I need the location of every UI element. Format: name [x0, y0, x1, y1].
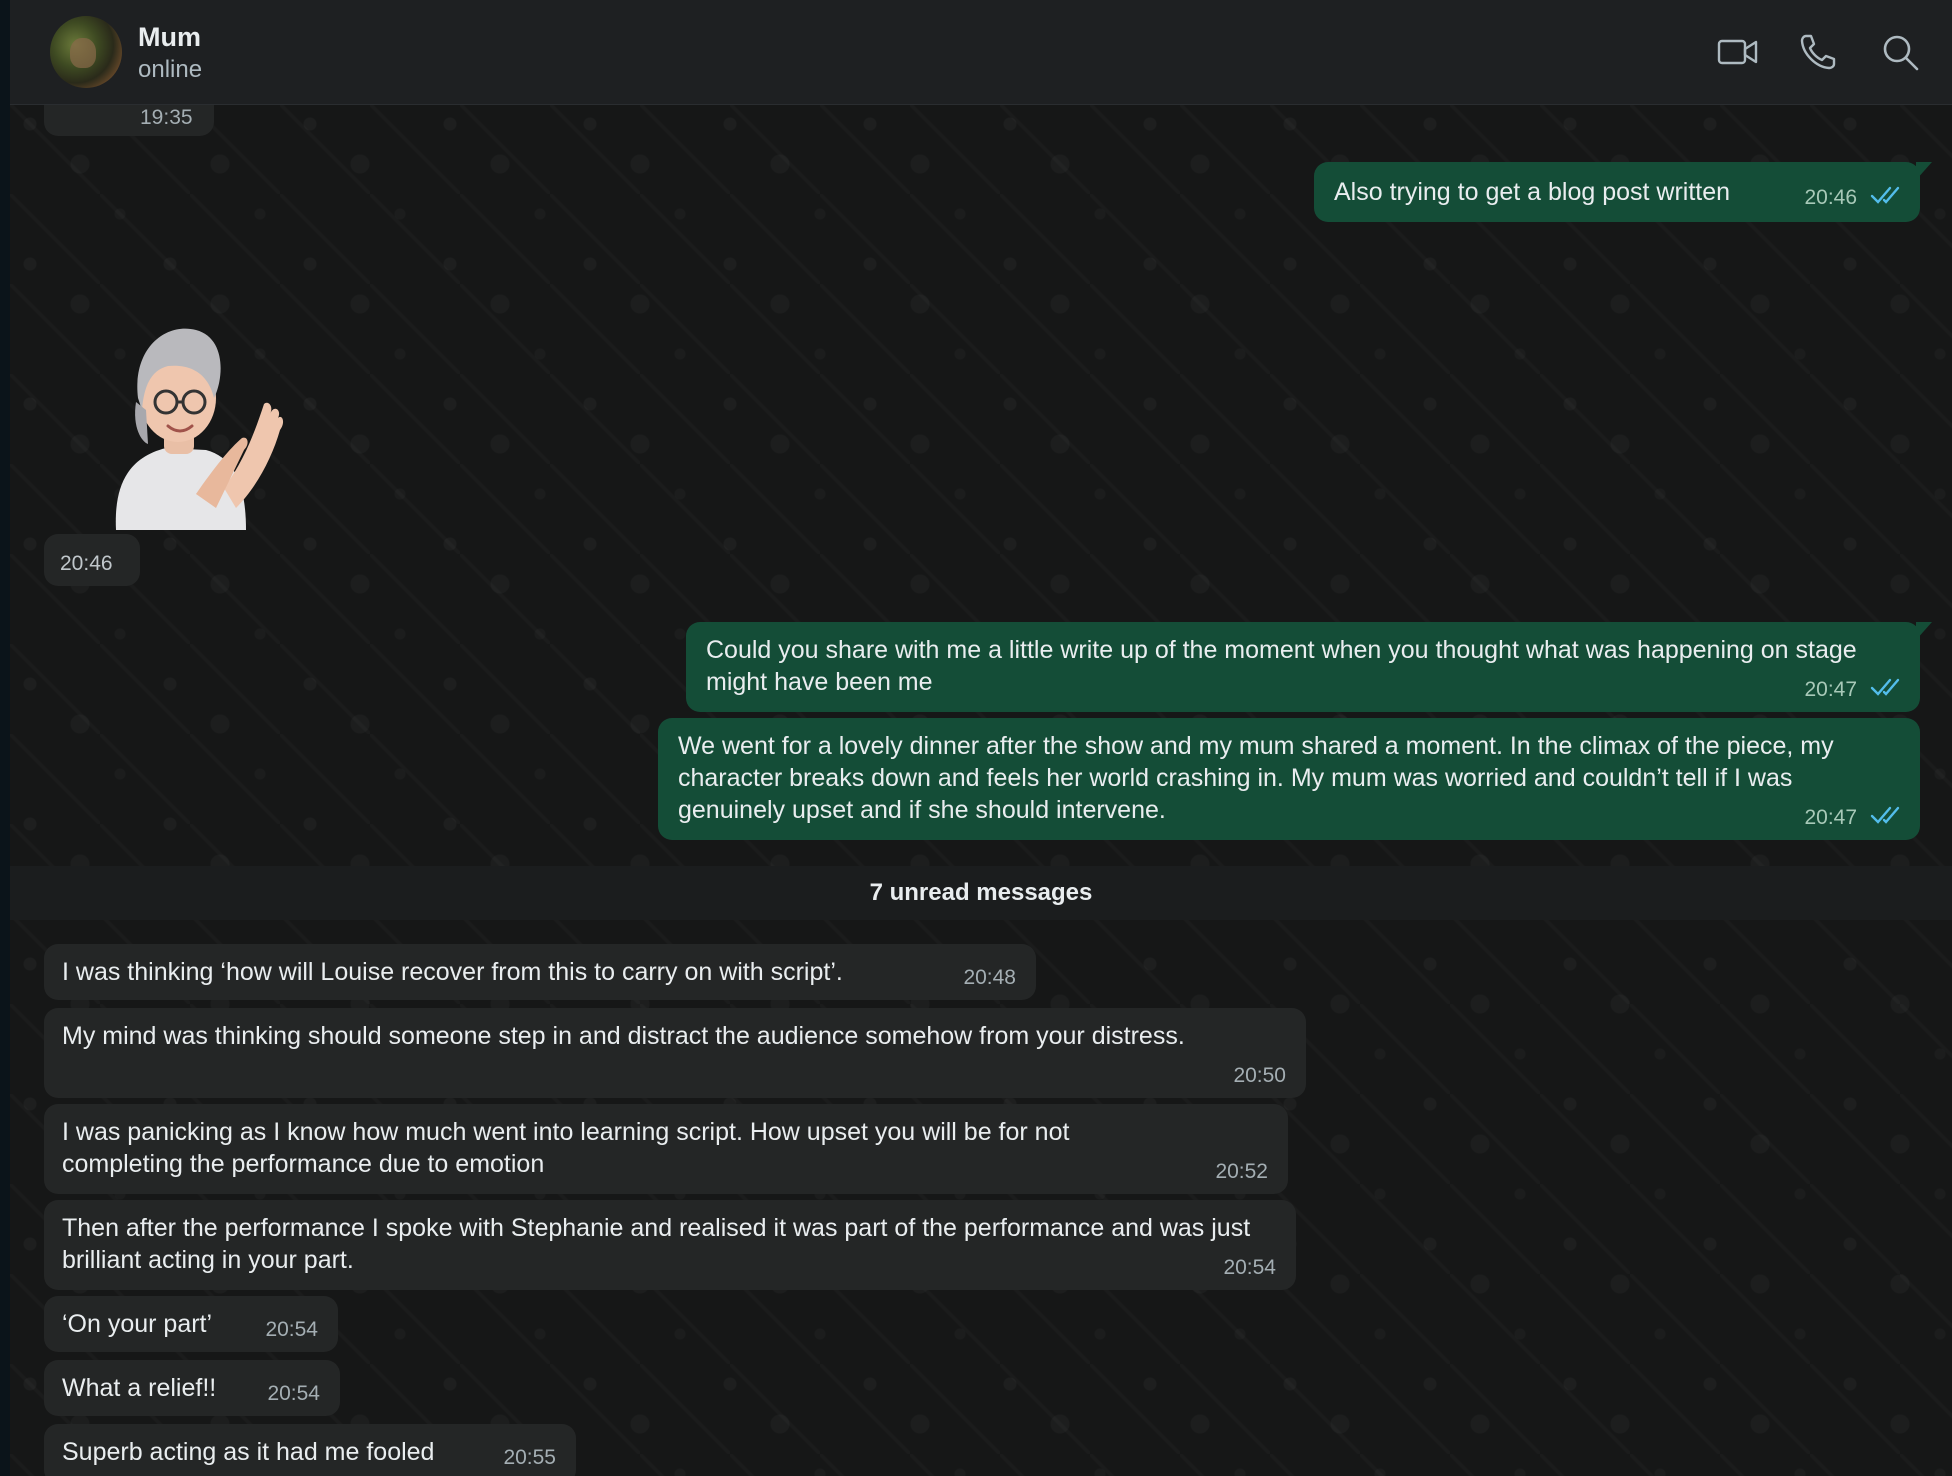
unread-messages-divider: 7 unread messages — [10, 866, 1952, 920]
message-time: 20:47 — [1804, 678, 1858, 701]
message-text: I was thinking ‘how will Louise recover … — [62, 958, 843, 986]
video-call-icon[interactable] — [1716, 30, 1760, 74]
message-bubble-outgoing[interactable]: We went for a lovely dinner after the sh… — [658, 718, 1920, 840]
message-bubble-incoming[interactable]: ‘On your part’ 20:54 — [44, 1296, 338, 1352]
message-time: 20:48 — [963, 966, 1016, 989]
message-bubble-incoming[interactable]: My mind was thinking should someone step… — [44, 1008, 1306, 1098]
message-time: 20:46 — [1804, 186, 1858, 209]
message-text: ‘On your part’ — [62, 1310, 213, 1338]
contact-status: online — [138, 56, 203, 83]
message-bubble-outgoing[interactable]: Could you share with me a little write u… — [686, 622, 1932, 712]
message-bubble-outgoing[interactable]: Also trying to get a blog post written 2… — [1314, 162, 1932, 222]
message-time: 20:54 — [1223, 1256, 1276, 1279]
message-time: 20:54 — [265, 1318, 318, 1341]
search-icon[interactable] — [1878, 30, 1922, 74]
message-text: My mind was thinking should someone step… — [62, 1022, 1185, 1050]
chat-window: Mum online Xxx 19:35 Also trying to get … — [10, 0, 1952, 1476]
message-text: Could you share with me a little write u… — [706, 636, 1857, 696]
message-bubble-incoming[interactable]: What a relief!! 20:54 — [44, 1360, 340, 1416]
message-time: 20:50 — [1233, 1064, 1286, 1087]
contact-name[interactable]: Mum — [138, 22, 201, 53]
avatar[interactable] — [50, 16, 122, 88]
message-bubble-incoming[interactable]: I was thinking ‘how will Louise recover … — [44, 944, 1036, 1000]
message-text: What a relief!! — [62, 1374, 217, 1402]
message-bubble-incoming[interactable]: Then after the performance I spoke with … — [44, 1200, 1296, 1290]
sticker-time-badge: 20:46 — [44, 534, 140, 586]
read-receipt-icon — [1870, 673, 1902, 705]
message-text: Also trying to get a blog post written — [1334, 178, 1731, 206]
message-time: 20:46 — [60, 552, 113, 575]
message-time: 20:52 — [1215, 1160, 1268, 1183]
message-time: 20:54 — [267, 1382, 320, 1405]
sticker-image[interactable] — [96, 318, 286, 530]
message-time: 19:35 — [140, 106, 193, 129]
message-time: 20:47 — [1804, 806, 1858, 829]
message-text: We went for a lovely dinner after the sh… — [678, 732, 1834, 824]
message-text: I was panicking as I know how much went … — [62, 1118, 1070, 1178]
message-text: Superb acting as it had me fooled — [62, 1438, 435, 1466]
bubble-tail — [1916, 162, 1932, 180]
read-receipt-icon — [1870, 181, 1902, 213]
chat-header[interactable]: Mum online — [10, 0, 1952, 105]
message-text: Then after the performance I spoke with … — [62, 1214, 1251, 1274]
voice-call-icon[interactable] — [1796, 30, 1840, 74]
message-bubble-incoming[interactable]: Superb acting as it had me fooled 20:55 — [44, 1424, 576, 1476]
read-receipt-icon — [1870, 801, 1902, 833]
bubble-tail — [1916, 622, 1932, 640]
message-bubble-incoming[interactable]: I was panicking as I know how much went … — [44, 1104, 1288, 1194]
message-time: 20:55 — [503, 1446, 556, 1469]
